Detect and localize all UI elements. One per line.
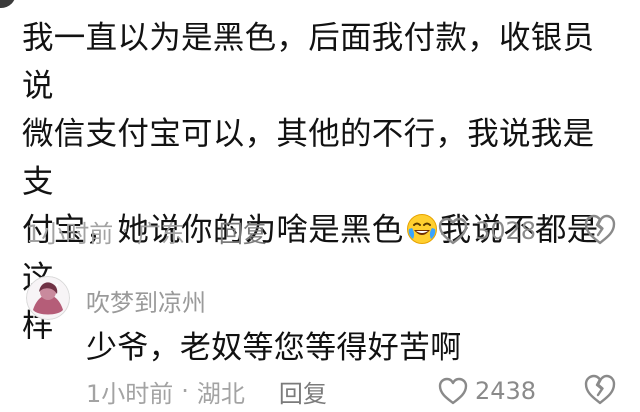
avatar-image — [26, 276, 70, 320]
laughing-crying-emoji-icon — [406, 214, 437, 244]
reply-meta: 1小时前 · 湖北 回复 — [86, 371, 327, 411]
reply-location: 湖北 — [196, 379, 245, 408]
meta-separator: · — [121, 217, 129, 245]
avatar[interactable] — [26, 276, 70, 320]
main-comment: 我一直以为是黑色，后面我付款，收银员说 微信支付宝可以，其他的不行，我说我是支 付宝… — [0, 0, 640, 344]
reply-like-count: 2438 — [475, 377, 537, 405]
reply-like-button[interactable]: 2438 — [437, 371, 536, 411]
reply-time: 1小时前 — [86, 379, 174, 408]
reply-button[interactable]: 回复 — [219, 214, 267, 249]
reply-username[interactable]: 吹梦到凉州 — [86, 283, 206, 318]
broken-heart-icon[interactable] — [583, 213, 617, 247]
comment-location: 广东 — [136, 219, 185, 248]
reply-meta-separator: · — [181, 377, 189, 405]
broken-heart-icon[interactable] — [583, 373, 617, 407]
comment-line-1: 我一直以为是黑色，后面我付款，收银员说 — [22, 20, 595, 104]
like-button[interactable]: 3028 — [437, 211, 536, 251]
reply-body: 少爷，老奴等您等得好苦啊 — [86, 330, 462, 366]
previous-avatar-edge — [0, 0, 16, 8]
heart-icon — [438, 217, 468, 245]
like-count: 3028 — [475, 217, 537, 245]
comment-time: 1小时前 — [26, 219, 114, 248]
comment-meta: 1小时前 · 广东 回复 — [26, 211, 267, 251]
heart-icon — [438, 377, 468, 405]
cropped-meta-fragment — [70, 0, 100, 4]
reply-reply-button[interactable]: 回复 — [279, 374, 327, 409]
comment-line-2: 微信支付宝可以，其他的不行，我说我是支 — [22, 116, 595, 200]
